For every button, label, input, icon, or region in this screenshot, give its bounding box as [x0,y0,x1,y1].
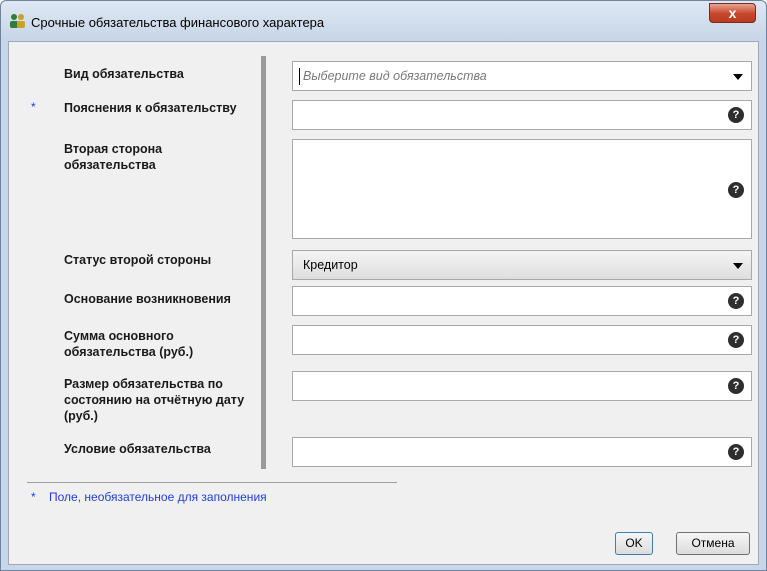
optional-marker: * [31,100,36,114]
close-icon: x [728,5,737,21]
help-icon[interactable]: ? [728,182,744,198]
basis-input[interactable]: ? [292,286,752,316]
obligation-type-placeholder: Выберите вид обязательства [303,69,487,83]
principal-amount-input[interactable]: ? [292,325,752,355]
explanation-input[interactable]: ? [292,100,752,130]
dropdown-arrow-icon [733,263,743,269]
optional-footnote: * Поле, необязательное для заполнения [31,490,267,504]
principal-amount-label: Сумма основного обязательства (руб.) [64,329,194,359]
dropdown-arrow-icon [733,74,743,80]
counterparty-status-select[interactable]: Кредитор [292,250,752,280]
help-icon[interactable]: ? [728,107,744,123]
counterparty-status-value: Кредитор [303,258,358,272]
people-app-icon [10,14,25,28]
text-caret [299,68,300,85]
explanation-label: Пояснения к обязательству [64,101,237,115]
close-button[interactable]: x [709,3,756,23]
dialog-content: Вид обязательства Выберите вид обязатель… [8,41,759,565]
vertical-divider[interactable] [261,56,266,469]
counterparty-label: Вторая сторона обязательства [64,142,163,172]
obligation-type-label: Вид обязательства [64,67,184,81]
condition-label: Условие обязательства [64,442,211,456]
title-bar[interactable]: Срочные обязательства финансового характ… [1,1,766,41]
counterparty-status-label: Статус второй стороны [64,253,212,267]
help-icon[interactable]: ? [728,332,744,348]
report-date-amount-label: Размер обязательства по состоянию на отч… [64,377,245,423]
dialog-window: Срочные обязательства финансового характ… [0,0,767,571]
help-icon[interactable]: ? [728,444,744,460]
footnote-text: Поле, необязательное для заполнения [49,490,267,504]
help-icon[interactable]: ? [728,378,744,394]
ok-button[interactable]: OK [615,532,653,555]
obligation-type-select[interactable]: Выберите вид обязательства [292,61,752,91]
cancel-button[interactable]: Отмена [676,532,750,555]
footnote-marker: * [31,490,36,504]
basis-label: Основание возникновения [64,292,231,306]
window-title: Срочные обязательства финансового характ… [31,15,325,30]
horizontal-divider [27,482,397,483]
report-date-amount-input[interactable]: ? [292,371,752,401]
counterparty-textarea[interactable]: ? [292,139,752,239]
help-icon[interactable]: ? [728,293,744,309]
condition-input[interactable]: ? [292,437,752,467]
